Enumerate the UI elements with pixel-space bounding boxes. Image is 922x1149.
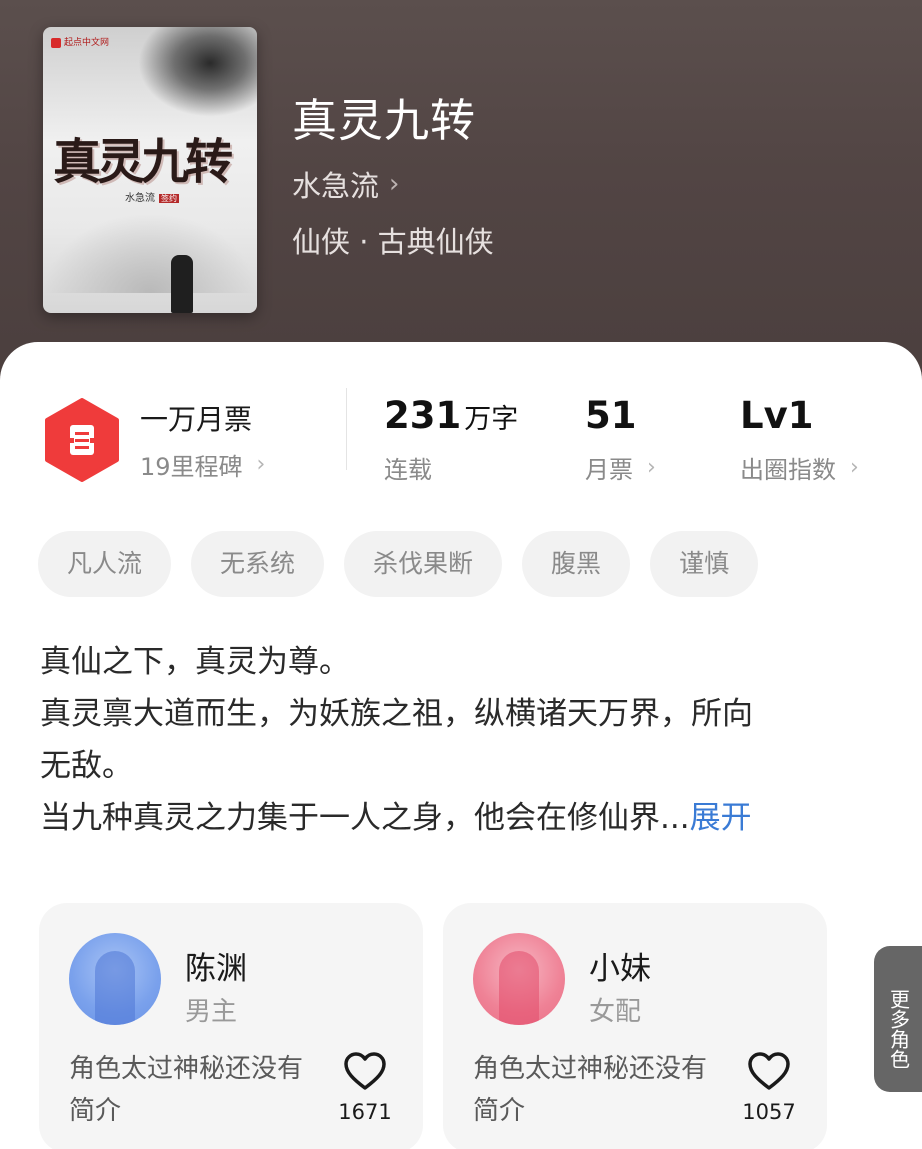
role-type: 男主 xyxy=(185,997,238,1027)
cover-author-art: 水急流 签约 xyxy=(125,193,179,204)
milestone-title: 一万月票 xyxy=(140,403,253,436)
tag-chip[interactable]: 凡人流 xyxy=(38,531,172,597)
book-genre: 仙侠 · 古典仙侠 xyxy=(292,225,494,259)
role-description: 角色太过神秘还没有简介 xyxy=(69,1054,304,1126)
status-label: 连载 xyxy=(384,456,432,484)
cover-mountain-art xyxy=(43,213,257,293)
role-name: 小妹 xyxy=(589,951,651,987)
milestone-link[interactable]: 19里程碑 › xyxy=(140,447,265,482)
chevron-right-icon: › xyxy=(389,169,400,199)
avatar xyxy=(473,933,565,1025)
tag-chip[interactable]: 腹黑 xyxy=(522,531,631,597)
more-roles-button[interactable]: 更多角色 xyxy=(874,946,922,1092)
tag-chip[interactable]: 无系统 xyxy=(191,531,325,597)
chevron-right-icon: › xyxy=(850,455,859,480)
monthly-ticket-badge-icon xyxy=(45,398,119,482)
tag-list: 凡人流 无系统 杀伐果断 腹黑 谨慎 xyxy=(38,531,759,597)
author-link[interactable]: 水急流 › xyxy=(292,163,399,205)
popularity-label: 出圈指数 xyxy=(740,456,836,484)
tag-chip[interactable]: 杀伐果断 xyxy=(344,531,503,597)
expand-link[interactable]: 展开 xyxy=(690,800,752,836)
intro-line: 真仙之下，真灵为尊。 xyxy=(40,644,350,680)
author-name: 水急流 xyxy=(292,169,380,203)
monthly-ticket-link[interactable]: 月票 › xyxy=(585,450,656,485)
heart-icon[interactable] xyxy=(343,1051,387,1091)
monthly-ticket-count: 51 xyxy=(585,394,637,437)
book-cover[interactable]: 起点中文网 真灵九转 水急流 签约 xyxy=(43,27,257,313)
chevron-right-icon: › xyxy=(647,455,656,480)
role-card[interactable]: 陈渊 男主 角色太过神秘还没有简介 1671 xyxy=(39,903,423,1149)
cover-dragon-art xyxy=(138,27,257,117)
cover-publisher: 起点中文网 xyxy=(51,35,109,48)
monthly-ticket-label: 月票 xyxy=(585,456,633,484)
chevron-right-icon: › xyxy=(256,452,266,477)
role-card[interactable]: 小妹 女配 角色太过神秘还没有简介 1057 xyxy=(443,903,827,1149)
cover-figure-art xyxy=(171,255,193,313)
book-title: 真灵九转 xyxy=(292,94,477,147)
word-count: 231 万字 xyxy=(384,394,519,437)
like-count: 1057 xyxy=(742,1100,796,1124)
popularity-level: Lv1 xyxy=(740,394,814,437)
book-intro[interactable]: 真仙之下，真灵为尊。 真灵禀大道而生，为妖族之祖，纵横诸天万界，所向 无敌。 当… xyxy=(40,636,880,844)
intro-line: 真灵禀大道而生，为妖族之祖，纵横诸天万界，所向 xyxy=(40,696,753,732)
intro-line: 当九种真灵之力集于一人之身，他会在修仙界...展开 xyxy=(40,800,752,836)
cover-title-art: 真灵九转 xyxy=(53,134,233,190)
intro-line: 无敌。 xyxy=(40,748,133,784)
role-name: 陈渊 xyxy=(185,951,247,987)
heart-icon[interactable] xyxy=(747,1051,791,1091)
role-type: 女配 xyxy=(589,997,642,1027)
milestone-label: 19里程碑 xyxy=(140,453,243,481)
avatar xyxy=(69,933,161,1025)
stats-divider xyxy=(346,388,347,470)
popularity-link[interactable]: 出圈指数 › xyxy=(740,450,859,485)
like-count: 1671 xyxy=(338,1100,392,1124)
tag-chip[interactable]: 谨慎 xyxy=(650,531,759,597)
role-description: 角色太过神秘还没有简介 xyxy=(473,1054,708,1126)
